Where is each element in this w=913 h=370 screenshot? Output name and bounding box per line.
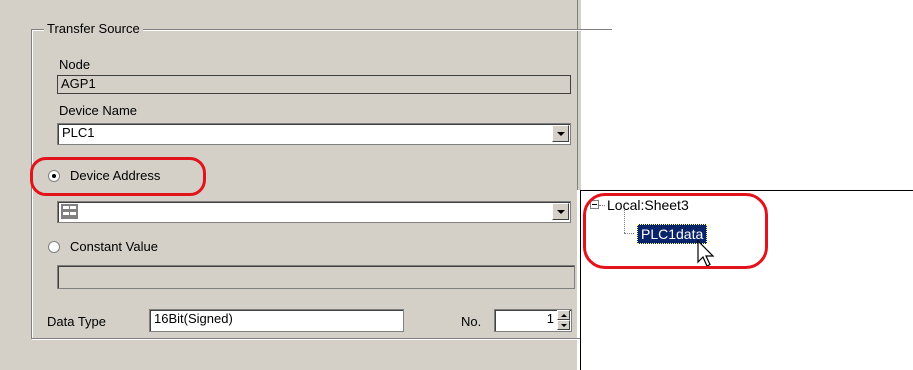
device-name-label: Device Name [59,103,138,118]
number-stepper[interactable] [557,310,570,330]
stepper-down-icon[interactable] [557,320,570,330]
group-title: Transfer Source [44,21,143,36]
data-type-label: Data Type [47,314,107,329]
address-picker-icon[interactable] [61,204,78,219]
device-name-select[interactable]: PLC1 [57,123,571,145]
stepper-up-icon[interactable] [557,310,570,320]
node-label: Node [59,57,91,72]
constant-value-input [57,265,575,289]
device-address-dropdown-button[interactable] [552,203,569,220]
data-type-field[interactable]: 16Bit(Signed) [149,309,404,332]
device-name-dropdown-button[interactable] [552,125,569,142]
device-address-input[interactable] [57,201,571,223]
constant-value-label[interactable]: Constant Value [70,239,158,254]
constant-value-radio[interactable] [48,241,60,253]
chevron-down-icon [556,209,565,214]
number-label: No. [461,314,482,329]
device-address-highlight [30,157,206,196]
tree-highlight [583,193,768,269]
chevron-down-icon [556,131,565,136]
node-field: AGP1 [57,75,571,94]
